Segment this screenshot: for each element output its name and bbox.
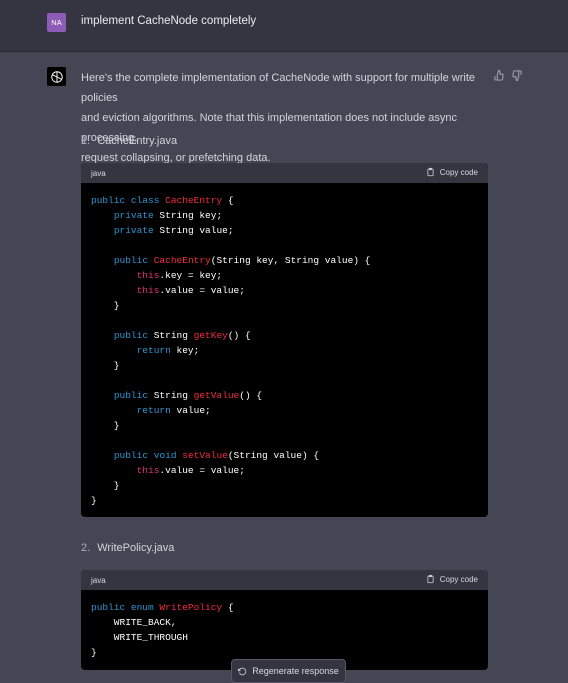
code-token: public class <box>91 195 160 206</box>
code-token: getValue <box>193 390 240 401</box>
copy-code-button[interactable]: Copy code <box>426 574 478 584</box>
user-avatar: NA <box>47 13 66 32</box>
code-line: WRITE_BACK, <box>91 617 177 628</box>
code-line: } <box>91 480 120 491</box>
thumbs-up-icon[interactable] <box>494 68 505 81</box>
code-line: WRITE_THROUGH <box>91 632 188 643</box>
code-line: private String key; <box>113 210 223 221</box>
code-line: this.value = value; <box>136 465 245 476</box>
list-number: 2. <box>81 542 91 554</box>
code-token: this <box>136 285 160 296</box>
code-token: this <box>136 270 160 281</box>
code-token: CacheEntry <box>153 255 211 266</box>
code-header: java Copy code <box>81 163 488 183</box>
assistant-logo-icon <box>47 67 66 86</box>
code-line: } <box>91 300 120 311</box>
code-token: this <box>136 465 160 476</box>
user-message-text: implement CacheNode completely <box>81 15 257 27</box>
clipboard-icon <box>427 167 434 177</box>
refresh-icon <box>238 667 247 675</box>
code-token: return <box>136 345 171 356</box>
file-name: WritePolicy.java <box>97 542 175 554</box>
regenerate-label: Regenerate response <box>252 666 339 676</box>
code-line: public class CacheEntry { <box>91 195 234 206</box>
list-item-writepolicy: 2. WritePolicy.java <box>81 542 174 554</box>
code-line: public CacheEntry(String key, String val… <box>113 255 371 266</box>
code-content: public enum WritePolicy { WRITE_BACK, WR… <box>81 590 488 660</box>
copy-code-label: Copy code <box>439 167 478 177</box>
code-token: WritePolicy <box>159 602 223 613</box>
user-message-row: NA implement CacheNode completely <box>0 0 568 52</box>
code-token: public enum <box>91 602 154 613</box>
clipboard-icon <box>427 574 434 584</box>
code-token: public void <box>113 450 177 461</box>
code-line: return value; <box>136 405 211 416</box>
code-token: return <box>136 405 171 416</box>
code-line: } <box>91 360 120 371</box>
code-line: public void setValue(String value) { <box>113 450 320 461</box>
code-line: private String value; <box>113 225 234 236</box>
code-line: this.value = value; <box>136 285 245 296</box>
assistant-response-text: Here's the complete implementation of Ca… <box>81 68 493 168</box>
code-language-label: java <box>91 169 106 178</box>
code-token: private <box>113 210 154 221</box>
response-line-1: Here's the complete implementation of Ca… <box>81 72 476 104</box>
code-line: } <box>91 420 120 431</box>
list-item-cacheentry: 1. CacheEntry.java <box>81 135 177 147</box>
code-language-label: java <box>91 576 106 585</box>
code-header: java Copy code <box>81 570 488 590</box>
code-block-cacheentry: java Copy code public class CacheEntry {… <box>81 163 488 517</box>
code-block-writepolicy: java Copy code public enum WritePolicy {… <box>81 570 488 670</box>
thumbs-down-icon[interactable] <box>511 68 522 82</box>
code-line: } <box>91 647 97 658</box>
copy-code-label: Copy code <box>439 574 478 584</box>
code-token: public <box>113 390 149 401</box>
code-token: private <box>113 225 154 236</box>
code-token: public <box>113 255 149 266</box>
code-line: public String getValue() { <box>113 390 263 401</box>
copy-code-button[interactable]: Copy code <box>426 167 478 177</box>
file-name: CacheEntry.java <box>97 135 178 147</box>
code-token: public <box>113 330 149 341</box>
code-content: public class CacheEntry { private String… <box>81 183 488 508</box>
code-token: setValue <box>182 450 228 461</box>
code-token: CacheEntry <box>165 195 223 206</box>
regenerate-response-button[interactable]: Regenerate response <box>231 659 346 683</box>
code-line: return key; <box>136 345 200 356</box>
code-line: } <box>91 495 97 506</box>
code-line: public enum WritePolicy { <box>91 602 234 613</box>
code-line: public String getKey() { <box>113 330 251 341</box>
feedback-icons <box>494 68 522 82</box>
code-line: this.key = key; <box>136 270 223 281</box>
list-number: 1. <box>81 135 91 147</box>
code-token: getKey <box>193 330 228 341</box>
